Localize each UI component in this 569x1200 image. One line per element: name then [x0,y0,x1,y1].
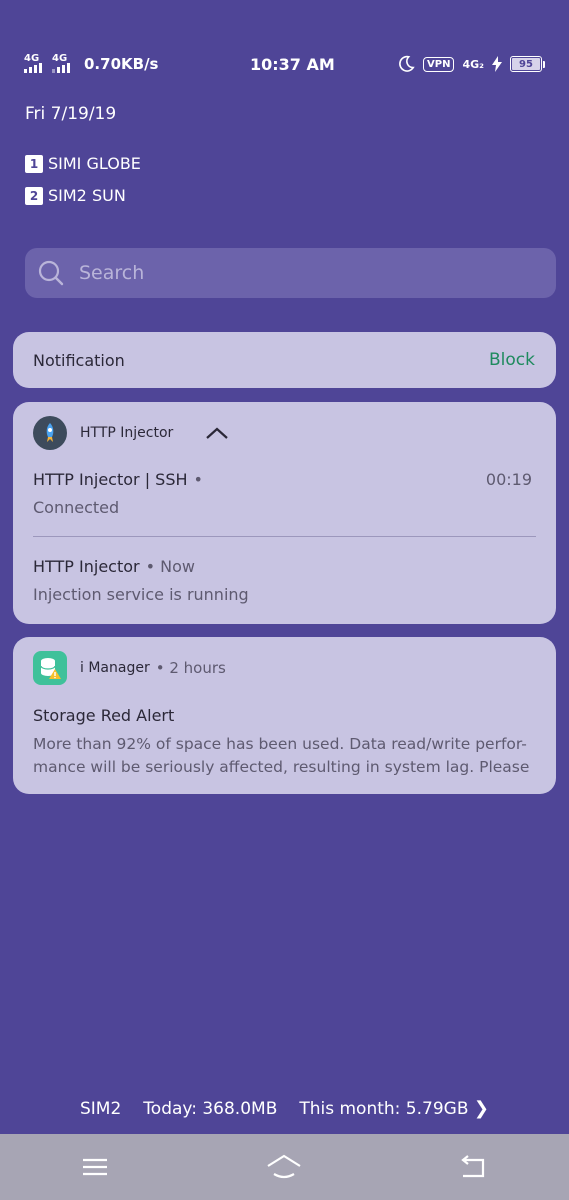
storage-warning-icon [33,651,67,685]
notification-title: HTTP Injector • Now [33,557,195,576]
notification-text: Connected [33,498,120,517]
divider [33,536,536,537]
http-injector-app-row: HTTP Injector [33,416,229,450]
sim2-carrier: SIM2 SUN [48,186,126,205]
data-usage-month-text: This month: 5.79GB [299,1099,469,1119]
http-injector-notification[interactable]: HTTP Injector HTTP Injector | SSH • 00:19… [13,402,556,624]
data-network-label: 4G₂ [462,57,484,71]
sim1-signal-icon: 4G [24,53,46,75]
date-label: Fri 7/19/19 [25,104,117,124]
search-icon [38,260,64,286]
charging-bolt-icon [492,56,502,72]
sim1-carrier: SIMI GLOBE [48,154,141,173]
sim1-row: 1 SIMI GLOBE [25,154,141,173]
search-bar[interactable]: Search [25,248,556,298]
search-placeholder: Search [79,262,145,284]
notification-meta: • [193,470,203,489]
moon-icon [399,55,415,72]
imanager-notification[interactable]: i Manager • 2 hours Storage Red Alert Mo… [13,637,556,794]
menu-icon[interactable] [76,1152,114,1182]
notification-text: Injection service is running [33,585,249,604]
data-usage-month: This month: 5.79GB ❯ [299,1098,489,1119]
network-speed: 0.70KB/s [84,55,159,73]
battery-icon: 95 [510,56,545,72]
connection-timer: 00:19 [485,470,532,489]
data-usage-today: Today: 368.0MB [143,1098,278,1119]
imanager-body-line1: More than 92% of space has been used. Da… [33,735,527,753]
status-bar: 4G 4G 0.70KB/s 10:37 AM VPN 4G₂ 95 [24,48,545,80]
battery-level: 95 [512,58,540,70]
rocket-icon [33,416,67,450]
back-icon[interactable] [455,1152,493,1182]
data-usage-sim: SIM2 [80,1098,122,1119]
notification-meta: • Now [145,557,195,576]
notification-header-title: Notification [33,350,125,370]
notification-title-text: HTTP Injector [33,557,140,576]
sim2-signal-icon: 4G [52,53,74,75]
notification-title-text: HTTP Injector | SSH [33,470,188,489]
imanager-body-line2: mance will be seriously affected, result… [33,758,534,776]
chevron-up-icon[interactable] [205,426,229,440]
chevron-right-icon: ❯ [473,1098,489,1119]
data-usage-row[interactable]: SIM2 Today: 368.0MB This month: 5.79GB ❯ [0,1098,569,1119]
notification-header: Notification Block [13,332,556,388]
sim2-number-badge: 2 [25,186,43,205]
http-injector-app-name: HTTP Injector [80,425,174,441]
sim2-row: 2 SIM2 SUN [25,186,126,205]
imanager-app-name: i Manager [80,660,150,676]
imanager-meta: • 2 hours [155,659,226,677]
imanager-title: Storage Red Alert [33,706,175,725]
block-button[interactable]: Block [489,350,535,370]
clock: 10:37 AM [250,54,335,74]
imanager-app-row: i Manager • 2 hours [33,651,226,685]
vpn-badge: VPN [423,56,455,72]
sim1-number-badge: 1 [25,154,43,173]
navigation-bar [0,1134,569,1200]
home-icon[interactable] [265,1152,303,1182]
notification-title: HTTP Injector | SSH • [33,470,203,489]
